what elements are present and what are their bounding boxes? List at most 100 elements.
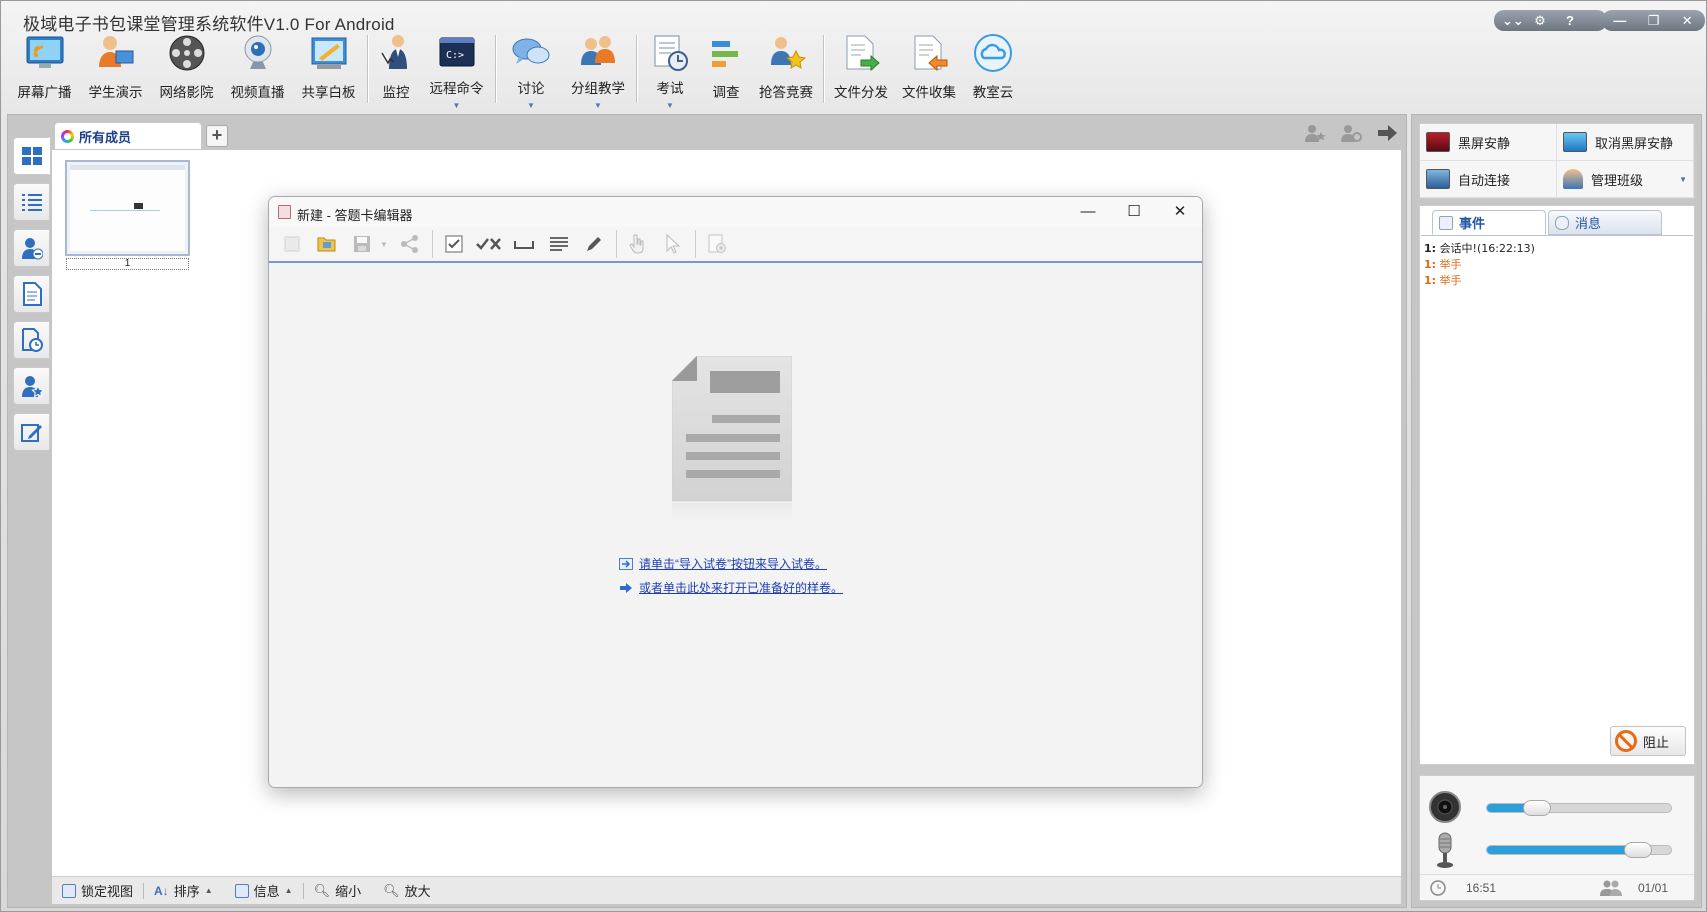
zoom-out-button[interactable]: 🔍︎ 缩小 bbox=[314, 881, 362, 900]
hand-tool-button[interactable] bbox=[623, 230, 653, 258]
network-cinema-button[interactable]: 网络影院 bbox=[151, 31, 222, 113]
import-icon bbox=[619, 558, 633, 570]
tab-events[interactable]: 事件 bbox=[1432, 210, 1546, 235]
true-false-button[interactable] bbox=[474, 230, 504, 258]
annotate-button[interactable] bbox=[579, 230, 609, 258]
restore-button[interactable]: ❐ bbox=[1645, 10, 1661, 31]
chevron-down-icon: ▼ bbox=[452, 101, 461, 110]
tool-label: 文件分发 bbox=[834, 85, 888, 100]
select-tool-button[interactable] bbox=[658, 230, 688, 258]
cancel-black-screen-button[interactable]: 取消黑屏安静 bbox=[1557, 124, 1694, 161]
message-bubble-icon bbox=[1555, 215, 1569, 230]
dialog-minimize-button[interactable]: — bbox=[1065, 197, 1111, 227]
student-demo-button[interactable]: 学生演示 bbox=[80, 31, 151, 113]
add-tab-button[interactable]: + bbox=[206, 125, 228, 147]
exam-button[interactable]: 考试 ▼ bbox=[640, 31, 700, 113]
tab-underline bbox=[1421, 235, 1693, 236]
arrow-right-icon[interactable] bbox=[1376, 123, 1398, 143]
tab-all-members[interactable]: 所有成员 bbox=[54, 122, 202, 149]
minimize-button[interactable]: — bbox=[1612, 10, 1628, 31]
save-button[interactable] bbox=[347, 230, 377, 258]
sort-icon: A↓ bbox=[154, 883, 169, 898]
share-button[interactable] bbox=[395, 230, 425, 258]
video-live-button[interactable]: 视频直播 bbox=[222, 31, 293, 113]
media-panel: 16:51 01/01 bbox=[1419, 775, 1695, 901]
thumbnail-screen bbox=[70, 165, 185, 251]
exam-history-button[interactable] bbox=[13, 321, 50, 359]
event-index: 1: bbox=[1424, 258, 1437, 271]
checkbox-icon bbox=[445, 235, 463, 253]
classroom-cloud-button[interactable]: 教室云 bbox=[963, 31, 1023, 113]
group-teaching-button[interactable]: 分组教学 ▼ bbox=[563, 31, 633, 113]
info-button[interactable]: 信息 ▲ bbox=[234, 881, 293, 900]
mic-volume-slider[interactable] bbox=[1486, 842, 1672, 858]
open-sample-link[interactable]: 或者单击此处来打开已准备好的样卷。 bbox=[619, 576, 843, 600]
manage-class-button[interactable]: 管理班级 ▼ bbox=[1557, 161, 1694, 198]
list-view-button[interactable] bbox=[13, 183, 50, 221]
file-collect-button[interactable]: 文件收集 bbox=[895, 31, 963, 113]
user-star-icon[interactable] bbox=[1304, 123, 1326, 143]
sort-label: 排序 bbox=[173, 884, 200, 899]
user-settings-icon[interactable] bbox=[1340, 123, 1362, 143]
remote-command-button[interactable]: C:> 远程命令 ▼ bbox=[421, 31, 492, 113]
close-button[interactable]: ✕ bbox=[1679, 10, 1695, 31]
black-screen-button[interactable]: 黑屏安静 bbox=[1420, 124, 1557, 161]
discussion-button[interactable]: 讨论 ▼ bbox=[499, 31, 563, 113]
manage-class-label: 管理班级 bbox=[1591, 172, 1644, 188]
open-button[interactable] bbox=[312, 230, 342, 258]
essay-button[interactable] bbox=[544, 230, 574, 258]
tool-label: 网络影院 bbox=[159, 85, 214, 100]
quiz-competition-button[interactable]: 抢答竞赛 bbox=[752, 31, 820, 113]
toolbar-separator bbox=[367, 35, 368, 103]
student-demo-icon bbox=[98, 36, 133, 67]
speaker-volume-knob[interactable] bbox=[1522, 800, 1551, 816]
survey-button[interactable]: 调查 bbox=[700, 31, 752, 113]
import-exam-link[interactable]: 请单击“导入试卷”按钮来导入试卷。 bbox=[619, 552, 843, 576]
event-entry: 1: 会话中!(16:22:13) bbox=[1424, 241, 1535, 257]
tab-messages[interactable]: 消息 bbox=[1548, 210, 1662, 235]
tool-label: 抢答竞赛 bbox=[759, 85, 813, 100]
dialog-close-button[interactable]: ✕ bbox=[1157, 197, 1202, 227]
lock-view-button[interactable]: 锁定视图 bbox=[62, 881, 133, 900]
sort-button[interactable]: A↓ 排序 ▲ bbox=[154, 881, 213, 900]
file-distribute-button[interactable]: 文件分发 bbox=[827, 31, 895, 113]
monitor-person-icon bbox=[381, 35, 407, 69]
settings-button[interactable] bbox=[702, 230, 732, 258]
mic-volume-knob[interactable] bbox=[1623, 842, 1652, 858]
speaker-volume-slider[interactable] bbox=[1486, 800, 1672, 816]
monitor-button[interactable]: 监控 bbox=[371, 31, 421, 113]
open-sample-link-text: 或者单击此处来打开已准备好的样卷。 bbox=[639, 581, 844, 595]
user-remove-button[interactable] bbox=[13, 229, 50, 267]
stop-button[interactable]: 阻止 bbox=[1610, 726, 1686, 756]
new-button[interactable] bbox=[277, 230, 307, 258]
auto-connect-button[interactable]: 自动连接 bbox=[1420, 161, 1557, 198]
folder-open-icon bbox=[317, 237, 336, 252]
thumbnail-view-button[interactable] bbox=[13, 137, 50, 175]
help-icon[interactable]: ? bbox=[1562, 10, 1578, 31]
command-prompt-icon: C:> bbox=[439, 37, 474, 67]
share-icon bbox=[401, 235, 418, 253]
edit-button[interactable] bbox=[13, 413, 50, 451]
info-icon bbox=[234, 883, 249, 898]
chevron-down-icon: ▼ bbox=[666, 101, 674, 110]
check-cross-icon bbox=[476, 238, 501, 250]
collapse-icon[interactable]: ⌄⌄ bbox=[1502, 10, 1524, 31]
screen-broadcast-button[interactable]: 屏幕广播 bbox=[9, 31, 80, 113]
favorite-users-button[interactable] bbox=[13, 367, 50, 405]
shared-whiteboard-button[interactable]: 共享白板 bbox=[293, 31, 364, 113]
thumbnail-block bbox=[134, 203, 143, 209]
whiteboard-icon bbox=[311, 37, 346, 69]
speaker-row bbox=[1428, 790, 1462, 824]
save-dropdown-button[interactable]: ▼ bbox=[378, 230, 390, 258]
document-button[interactable] bbox=[13, 275, 50, 313]
dialog-maximize-button[interactable]: ☐ bbox=[1111, 197, 1157, 227]
cancel-black-screen-label: 取消黑屏安静 bbox=[1595, 135, 1674, 151]
zoom-in-button[interactable]: 🔍︎ 放大 bbox=[383, 881, 431, 900]
student-thumbnail[interactable] bbox=[65, 160, 190, 256]
settings-icon[interactable]: ⚙ bbox=[1532, 10, 1548, 31]
toolbar-separator bbox=[495, 35, 496, 103]
single-choice-button[interactable] bbox=[439, 230, 469, 258]
auto-connect-icon bbox=[1426, 169, 1450, 189]
fill-blank-button[interactable] bbox=[509, 230, 539, 258]
text-lines-icon bbox=[550, 237, 568, 251]
